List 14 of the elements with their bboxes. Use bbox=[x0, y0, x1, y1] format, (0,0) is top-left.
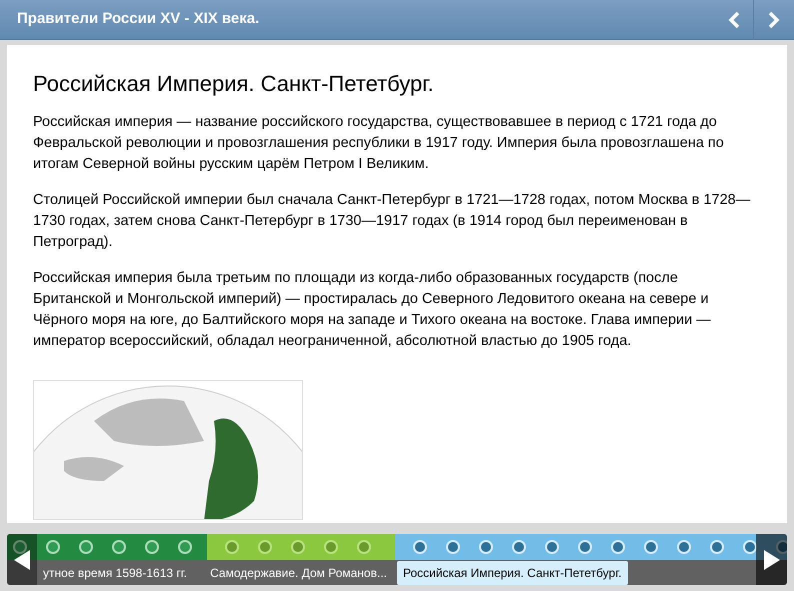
timeline-previous-button[interactable] bbox=[7, 534, 37, 585]
window-title: Правители России XV - XIX века. bbox=[17, 9, 260, 30]
triangle-left-icon bbox=[14, 550, 30, 570]
article-paragraph: Столицей Российской империи был сначала Санкт-Петербург в 1721—1728 годах, потом Москва в 1728—1730 годах, затем снова Санкт-Петербург в 1730—1917 годах (в 1914 город был переименован в Петроград). bbox=[33, 191, 752, 252]
timeline-next-button[interactable] bbox=[756, 534, 787, 585]
era-label[interactable]: Российская Империя. Санкт-Пететбург. bbox=[397, 560, 628, 584]
chevron-left-icon bbox=[726, 10, 740, 28]
era-label[interactable]: Самодержавие. Дом Романов... bbox=[210, 564, 387, 582]
article-paragraph: Российская империя была третьим по площади из когда-либо образованных государств (после Британской и Монгольской империй) — простиралась до Северного Ледовитого океана на севере и Чёрного моря на юге, до Балтийского моря на западе и Тихого океана на востоке. Глава империи — император всероссийский, обладал неограниченной, абсолютной властью до 1905 года. bbox=[33, 269, 712, 351]
article-paragraph: Российская империя — название российского государства, существовавшее в период с 1721 года до Февральской революции и провозглашения республики в 1917 году. Империя была провозглашена по итогам Северной войны русским царём Петром I Великим. bbox=[33, 113, 725, 174]
era-label[interactable]: утное время 1598-1613 гг. bbox=[43, 564, 187, 582]
article-heading: Российская Империя. Санкт-Пететбург. bbox=[33, 70, 435, 98]
triangle-right-icon bbox=[764, 550, 780, 570]
chevron-right-icon bbox=[767, 10, 781, 28]
